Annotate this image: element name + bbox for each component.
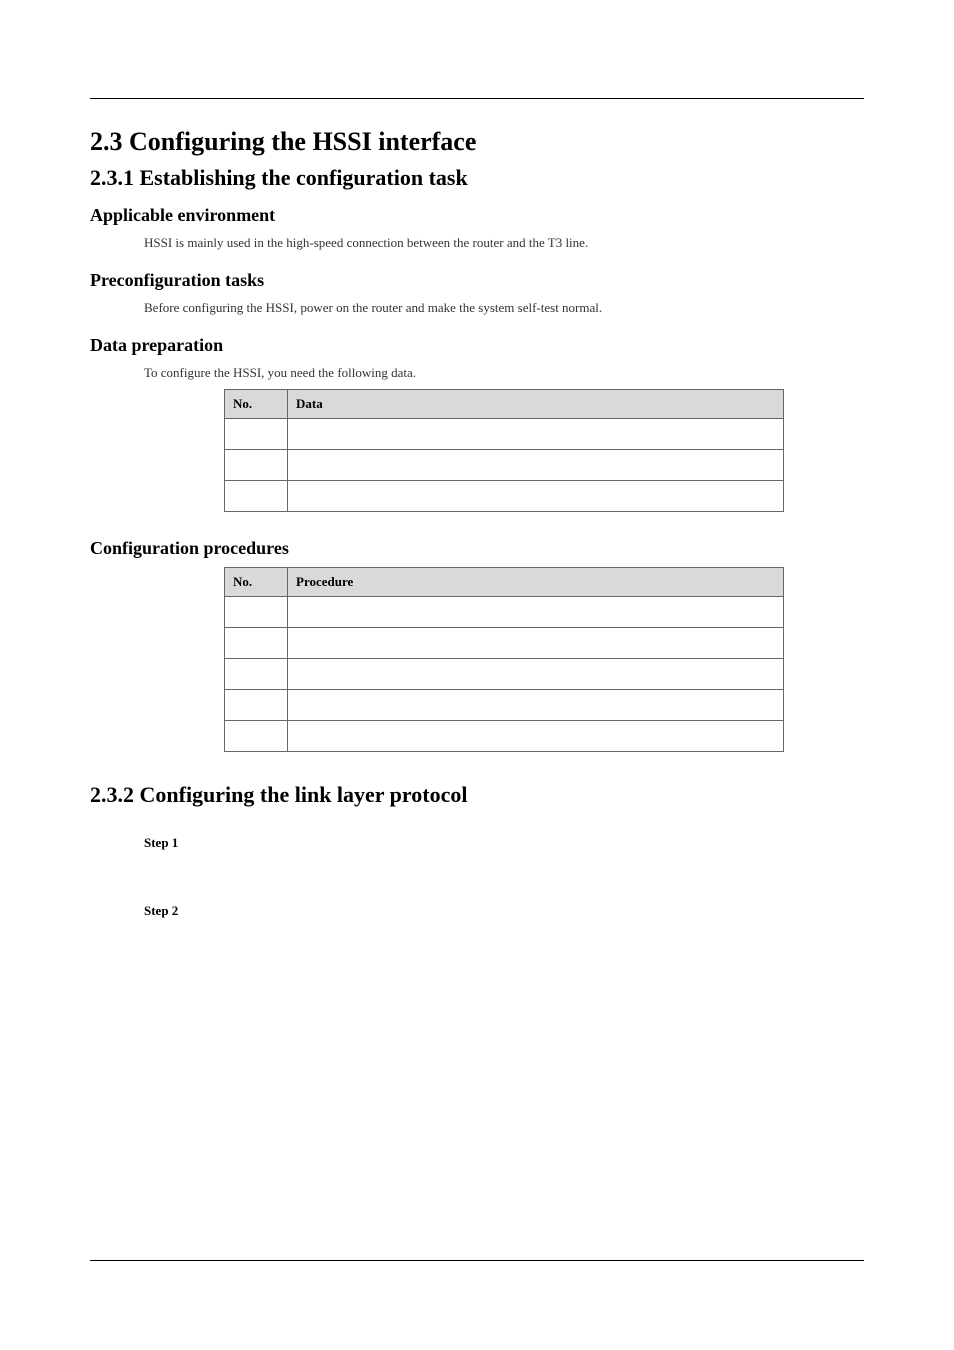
topic-applicable-environment: Applicable environment (90, 205, 864, 226)
step-2: Step 2 Run the interface serial command … (144, 902, 864, 920)
step-1-text: Run the system-view command to enter the… (178, 835, 478, 850)
cell-no: 2 (225, 449, 288, 480)
subsection-heading-2: 2.3.2 Configuring the link layer protoco… (90, 782, 864, 808)
page: Operation Manual - Configuration Guide C… (0, 0, 954, 1350)
configuration-procedures-table: No. Procedure 1 Configuring the link lay… (224, 567, 784, 752)
step-1-label: Step 1 (144, 835, 178, 850)
data-preparation-table-wrap: No. Data 1 Interface number of the HSSI … (224, 389, 864, 512)
applicable-environment-text: HSSI is mainly used in the high-speed co… (144, 234, 864, 252)
cell-data: Clock mode (288, 449, 784, 480)
topic-data-preparation: Data preparation (90, 335, 864, 356)
cell-no: 1 (225, 596, 288, 627)
section-heading: 2.3 Configuring the HSSI interface (90, 127, 864, 157)
cell-no: 4 (225, 689, 288, 720)
table-row: 1 Interface number of the HSSI (225, 418, 784, 449)
cell-proc: Configuring the CRC (288, 658, 784, 689)
topic-preconfiguration-tasks: Preconfiguration tasks (90, 270, 864, 291)
cell-proc: Configuring the clock mode (288, 627, 784, 658)
cell-no: 3 (225, 480, 288, 511)
page-footer: Huawei Technologies Proprietary 2-7 (90, 1260, 864, 1280)
footer-left: Huawei Technologies Proprietary (90, 1265, 251, 1280)
data-preparation-table: No. Data 1 Interface number of the HSSI … (224, 389, 784, 512)
step-2-text: Run the interface serial command to ente… (178, 903, 498, 918)
cell-proc: Configuring the MTU (288, 689, 784, 720)
table-header-data: Data (288, 389, 784, 418)
header-right: Chapter 2 WAN interface configuration (674, 70, 864, 98)
step-1-desc: The system view appears. (184, 874, 864, 890)
table-header-no: No. (225, 389, 288, 418)
table-row: 2 Configuring the clock mode (225, 627, 784, 658)
cell-no: 3 (225, 658, 288, 689)
table-row: 4 Configuring the MTU (225, 689, 784, 720)
subsection-heading-1: 2.3.1 Establishing the configuration tas… (90, 165, 864, 191)
header-left: Operation Manual - Configuration Guide (90, 70, 287, 98)
table-header-row: No. Procedure (225, 567, 784, 596)
configuration-procedures-table-wrap: No. Procedure 1 Configuring the link lay… (224, 567, 864, 752)
table-row: 3 Configuring the CRC (225, 658, 784, 689)
step-2-cmd: interface serial interface-number (184, 924, 864, 940)
table-header-row: No. Data (225, 389, 784, 418)
cell-data: Loopback mode (288, 480, 784, 511)
footer-right: 2-7 (848, 1265, 864, 1280)
topic-configuration-procedures: Configuration procedures (90, 538, 864, 559)
step-2-label: Step 2 (144, 903, 178, 918)
table-row: 3 Loopback mode (225, 480, 784, 511)
data-preparation-text: To configure the HSSI, you need the foll… (144, 364, 864, 382)
step-2-desc: The serial interface view of the HSSI in… (184, 942, 864, 958)
cell-data: Interface number of the HSSI (288, 418, 784, 449)
preconfiguration-tasks-text: Before configuring the HSSI, power on th… (144, 299, 864, 317)
page-header: Operation Manual - Configuration Guide C… (90, 70, 864, 99)
cell-no: 1 (225, 418, 288, 449)
step-1: Step 1 Run the system-view command to en… (144, 834, 864, 852)
cell-proc: Configuring the interface loopback (288, 720, 784, 751)
table-row: 1 Configuring the link layer protocol (225, 596, 784, 627)
table-row: 2 Clock mode (225, 449, 784, 480)
cell-proc: Configuring the link layer protocol (288, 596, 784, 627)
table-header-procedure: Procedure (288, 567, 784, 596)
table-header-no: No. (225, 567, 288, 596)
cell-no: 2 (225, 627, 288, 658)
cell-no: 5 (225, 720, 288, 751)
step-1-cmd: system-view (184, 856, 864, 872)
table-row: 5 Configuring the interface loopback (225, 720, 784, 751)
